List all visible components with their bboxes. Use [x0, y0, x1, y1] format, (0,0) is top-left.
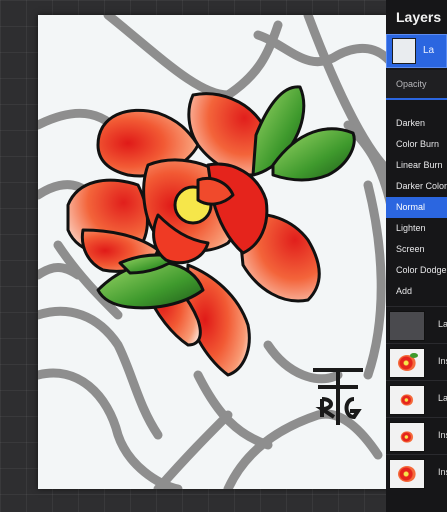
blend-mode-linear-burn[interactable]: Linear Burn — [386, 155, 447, 176]
layer-label: Ins — [438, 467, 447, 477]
layer-row[interactable]: La — [386, 380, 447, 417]
blend-mode-screen[interactable]: Screen — [386, 239, 447, 260]
layer-thumbnail — [389, 422, 425, 452]
layer-label: La — [438, 319, 447, 329]
layer-row[interactable]: La — [386, 306, 447, 343]
layer-label: La — [438, 393, 447, 403]
layer-thumbnail — [389, 348, 425, 378]
layer-row[interactable]: Ins — [386, 454, 447, 491]
layer-thumbnail — [389, 385, 425, 415]
layer-label: Ins — [438, 356, 447, 366]
blend-mode-lighten[interactable]: Lighten — [386, 218, 447, 239]
layer-row[interactable]: Ins — [386, 417, 447, 454]
blend-mode-normal[interactable]: Normal — [386, 197, 447, 218]
opacity-label: Opacity — [396, 79, 427, 89]
active-layer-thumbnail — [392, 38, 416, 64]
blend-mode-add[interactable]: Add — [386, 281, 447, 302]
layer-label: Ins — [438, 430, 447, 440]
artwork — [38, 15, 393, 489]
layers-panel-title: Layers — [396, 9, 442, 25]
drawing-canvas[interactable] — [38, 15, 393, 489]
blend-mode-list: Darken Color Burn Linear Burn Darker Col… — [386, 113, 447, 302]
layers-panel: Layers La Opacity Darken Color Burn Line… — [386, 0, 447, 512]
active-layer-row[interactable]: La — [386, 34, 447, 68]
layer-thumbnail — [389, 311, 425, 341]
blend-mode-color-dodge[interactable]: Color Dodge — [386, 260, 447, 281]
layer-row[interactable]: Ins — [386, 343, 447, 380]
opacity-control[interactable]: Opacity — [386, 70, 447, 100]
layer-thumbnail — [389, 459, 425, 489]
blend-mode-darken[interactable]: Darken — [386, 113, 447, 134]
blend-mode-color-burn[interactable]: Color Burn — [386, 134, 447, 155]
blend-mode-darker-color[interactable]: Darker Color — [386, 176, 447, 197]
active-layer-label: La — [423, 45, 435, 56]
layer-list: La Ins La Ins Ins — [386, 306, 447, 491]
